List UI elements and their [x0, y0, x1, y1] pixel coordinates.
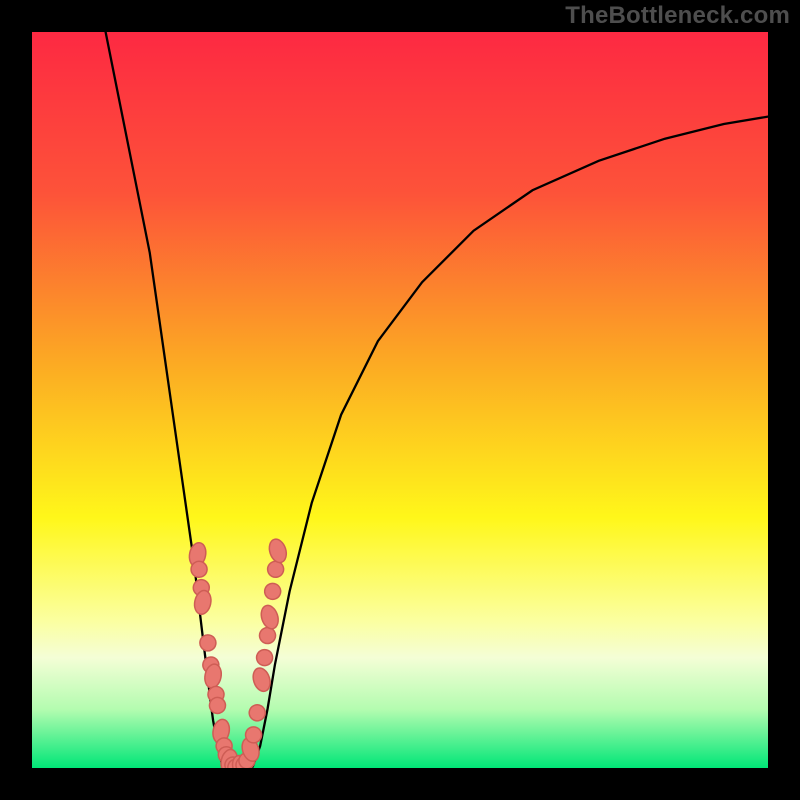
- watermark-label: TheBottleneck.com: [565, 2, 790, 30]
- chart-frame: TheBottleneck.com: [0, 0, 800, 800]
- gradient-background: [32, 32, 768, 768]
- plot-svg: [32, 32, 768, 768]
- plot-area: [32, 32, 768, 768]
